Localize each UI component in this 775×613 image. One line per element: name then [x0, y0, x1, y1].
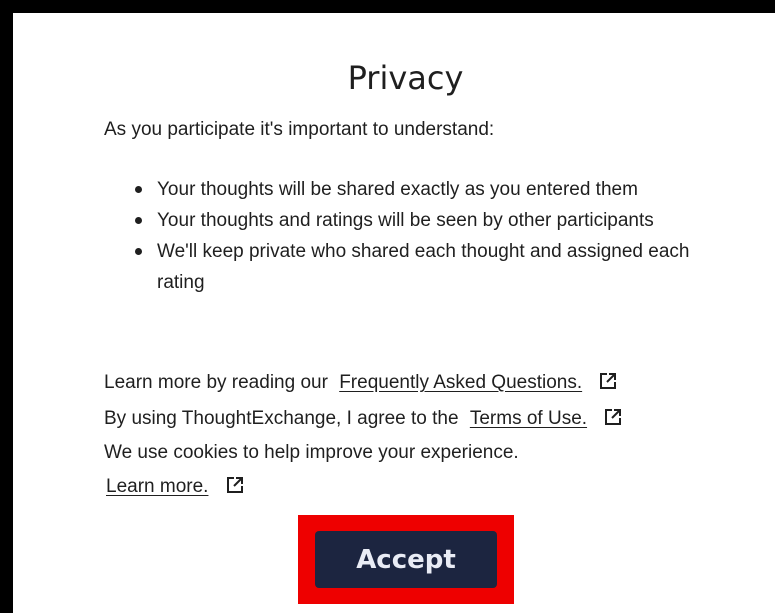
privacy-dialog: Privacy As you participate it's importan… — [13, 13, 775, 613]
list-item-text: Your thoughts and ratings will be seen b… — [157, 210, 654, 231]
intro-text: As you participate it's important to und… — [104, 119, 495, 140]
accept-button[interactable]: Accept — [315, 531, 497, 588]
bullet-icon — [135, 217, 142, 224]
list-item: Your thoughts will be shared exactly as … — [131, 174, 701, 205]
terms-link[interactable]: Terms of Use. — [470, 408, 587, 429]
dialog-title: Privacy — [347, 59, 464, 97]
bullet-icon — [135, 186, 142, 193]
cookies-learn-more-link[interactable]: Learn more. — [106, 476, 208, 497]
privacy-bullet-list: Your thoughts will be shared exactly as … — [131, 174, 701, 298]
external-link-icon[interactable] — [599, 372, 617, 390]
faq-line: Learn more by reading our Frequently Ask… — [104, 371, 617, 395]
terms-line: By using ThoughtExchange, I agree to the… — [104, 407, 622, 431]
list-item-text: We'll keep private who shared each thoug… — [157, 241, 690, 293]
list-item: Your thoughts and ratings will be seen b… — [131, 205, 701, 236]
bullet-icon — [135, 248, 142, 255]
cookies-learn-more-line: Learn more. — [106, 475, 244, 499]
faq-link[interactable]: Frequently Asked Questions. — [339, 372, 582, 393]
external-link-icon[interactable] — [604, 408, 622, 426]
accept-button-highlight: Accept — [298, 515, 514, 604]
external-link-icon[interactable] — [226, 476, 244, 494]
faq-prefix: Learn more by reading our — [104, 372, 328, 393]
terms-prefix: By using ThoughtExchange, I agree to the — [104, 408, 459, 429]
list-item-text: Your thoughts will be shared exactly as … — [157, 179, 638, 200]
list-item: We'll keep private who shared each thoug… — [131, 236, 701, 298]
cookies-text: We use cookies to help improve your expe… — [104, 442, 519, 463]
